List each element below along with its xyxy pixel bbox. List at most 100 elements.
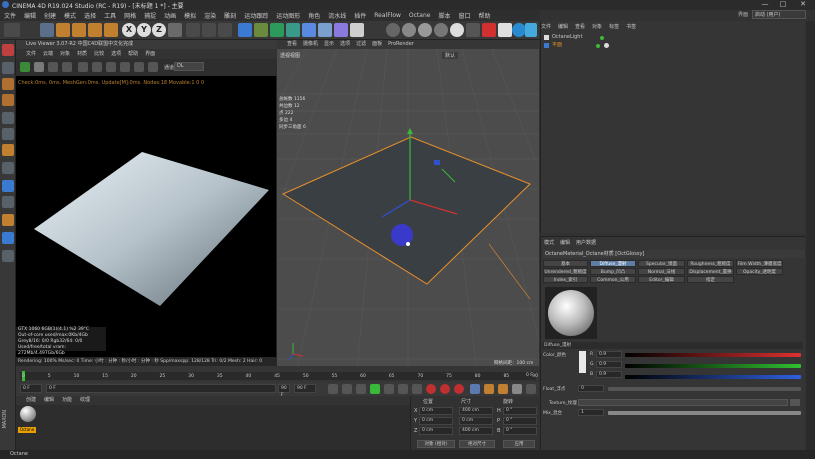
octane-sky-icon[interactable] (512, 23, 526, 37)
send-scene-icon[interactable] (20, 62, 30, 72)
pause-icon[interactable] (48, 62, 58, 72)
obj-menu-view[interactable]: 查看 (575, 23, 585, 30)
lv-menu-gui[interactable]: 界面 (145, 49, 155, 59)
menu-simulate[interactable]: 模拟 (184, 11, 196, 20)
solo-icon[interactable] (2, 232, 14, 244)
mat-menu-function[interactable]: 功能 (62, 396, 72, 405)
menu-render[interactable]: 渲染 (204, 11, 216, 20)
focus-icon[interactable] (120, 62, 130, 72)
menu-pipeline[interactable]: 流水线 (328, 11, 346, 20)
scene-icon[interactable] (318, 23, 332, 37)
tab-common[interactable]: Common_公用 (590, 276, 636, 283)
position-key-icon[interactable] (470, 384, 480, 394)
attr-menu-edit[interactable]: 编辑 (560, 239, 570, 246)
play-icon[interactable] (370, 384, 380, 394)
tab-editor[interactable]: Editor_编辑 (638, 276, 685, 283)
menu-mode[interactable]: 模式 (64, 11, 76, 20)
menu-character[interactable]: 角色 (308, 11, 320, 20)
tab-unrendered[interactable]: Unrendered_粗糙度指数 (543, 268, 588, 282)
visibility-icon[interactable] (600, 35, 605, 40)
octane-light-gizmo[interactable] (434, 160, 440, 165)
rotate-tool-icon[interactable] (88, 23, 102, 37)
material-tag-icon[interactable] (604, 43, 610, 48)
size-mode-select[interactable]: 绝对尺寸 (459, 440, 495, 448)
attr-menu-mode[interactable]: 模式 (544, 239, 554, 246)
max-frame-field[interactable]: 90 F (294, 384, 316, 393)
lv-menu-compare[interactable]: 比较 (94, 49, 104, 59)
timeline-menu-icon[interactable] (526, 384, 536, 394)
blue-slider[interactable] (625, 375, 801, 379)
octane-light-icon[interactable] (434, 23, 448, 37)
tab-specular[interactable]: Specular_镜面 (638, 260, 685, 267)
octane-material-icon[interactable] (498, 23, 512, 37)
points-mode-icon[interactable] (2, 112, 14, 124)
viewport-panel[interactable]: 查看 摄像机 显示 选项 过滤 面板 ProRender 透视视图 默认 总帐数… (277, 40, 539, 370)
pos-x-field[interactable]: 0 cm (419, 407, 453, 415)
menu-file[interactable]: 文件 (4, 11, 16, 20)
restart-icon[interactable] (34, 62, 44, 72)
menu-select[interactable]: 选择 (84, 11, 96, 20)
minimize-button[interactable]: — (758, 0, 772, 10)
pick-icon[interactable] (106, 62, 116, 72)
render-view-icon[interactable] (186, 23, 200, 37)
render-settings-icon[interactable] (218, 23, 232, 37)
coordinate-system-icon[interactable] (168, 23, 182, 37)
tab-opacity[interactable]: Opacity_透明度 (736, 268, 783, 275)
move-tool-icon[interactable] (56, 23, 70, 37)
object-item-octanelight[interactable]: OctaneLight (544, 34, 634, 41)
channel-select[interactable]: DL (174, 62, 204, 71)
rot-p-field[interactable]: 0 ° (503, 417, 537, 425)
prev-frame-icon[interactable] (356, 384, 366, 394)
blue-value-field[interactable]: 0.9 (596, 371, 622, 378)
vp-menu-cameras[interactable]: 摄像机 (303, 40, 318, 49)
save-image-icon[interactable] (148, 62, 158, 72)
tab-bump[interactable]: Bump_凹凸 (590, 268, 636, 275)
mat-menu-edit[interactable]: 编辑 (44, 396, 54, 405)
menu-animate[interactable]: 动画 (164, 11, 176, 20)
obj-menu-file[interactable]: 文件 (541, 23, 551, 30)
next-key-icon[interactable] (398, 384, 408, 394)
menu-snap[interactable]: 捕捉 (144, 11, 156, 20)
scale-tool-icon[interactable] (72, 23, 86, 37)
next-frame-icon[interactable] (384, 384, 394, 394)
pen-icon[interactable] (254, 23, 268, 37)
lock-workplane-icon[interactable] (2, 250, 14, 262)
menu-realflow[interactable]: RealFlow (374, 12, 401, 19)
lv-menu-options[interactable]: 选项 (111, 49, 121, 59)
go-to-start-icon[interactable] (328, 384, 338, 394)
mat-menu-texture[interactable]: 纹理 (80, 396, 90, 405)
attr-menu-userdata[interactable]: 用户数据 (576, 239, 596, 246)
green-slider[interactable] (625, 364, 801, 368)
texture-menu-button[interactable] (790, 399, 800, 406)
menu-script[interactable]: 脚本 (438, 11, 450, 20)
size-x-field[interactable]: 400 cm (459, 407, 493, 415)
prev-key-icon[interactable] (342, 384, 352, 394)
menu-mesh[interactable]: 网格 (124, 11, 136, 20)
green-value-field[interactable]: 0.9 (596, 361, 622, 368)
material-name[interactable]: Octane (18, 427, 36, 433)
obj-menu-edit[interactable]: 编辑 (558, 23, 568, 30)
material-preview[interactable] (545, 287, 597, 339)
vp-menu-options[interactable]: 选项 (340, 40, 350, 49)
pos-z-field[interactable]: 0 cm (419, 427, 453, 435)
cloner-icon[interactable] (286, 23, 300, 37)
range-slider[interactable]: 0 F (46, 384, 276, 393)
texture-mode-icon[interactable] (2, 78, 14, 90)
menu-window[interactable]: 窗口 (458, 11, 470, 20)
tab-displacement[interactable]: Displacement_置换 (687, 268, 734, 275)
obj-menu-tags[interactable]: 标签 (609, 23, 619, 30)
menu-octane[interactable]: Octane (409, 12, 431, 19)
stop-icon[interactable] (62, 62, 72, 72)
octane-sphere-icon[interactable] (450, 23, 464, 37)
float-slider[interactable] (608, 387, 801, 391)
end-frame-field[interactable]: 90 F (278, 384, 290, 398)
menu-tools[interactable]: 工具 (104, 11, 116, 20)
tab-roughness[interactable]: Roughness_粗糙度 (687, 260, 734, 267)
workplane-icon[interactable] (2, 94, 14, 106)
edges-mode-icon[interactable] (2, 128, 14, 140)
tab-diffuse[interactable]: Diffuse_漫射 (590, 260, 636, 267)
coord-mode-select[interactable]: 对象 (相对) (417, 440, 455, 448)
keyframe-selection-icon[interactable] (454, 384, 464, 394)
y-axis-lock-icon[interactable]: Y (137, 23, 151, 37)
octane-camera-icon[interactable] (466, 23, 480, 37)
